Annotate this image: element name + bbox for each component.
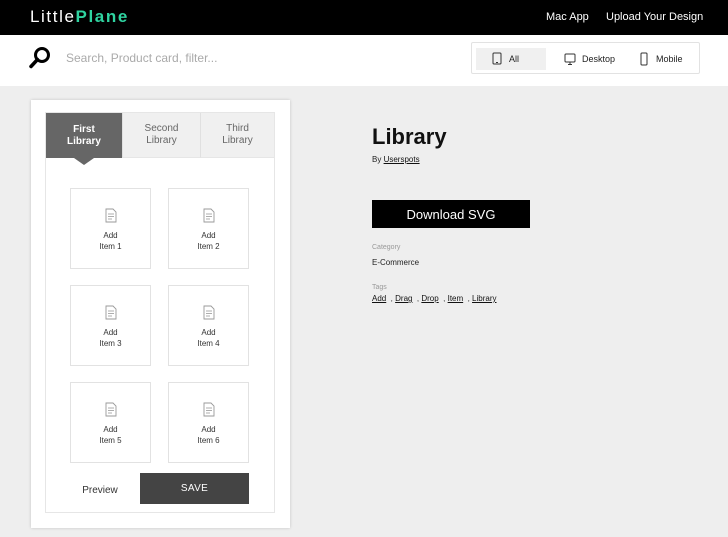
logo-light-text: Little <box>30 7 76 26</box>
tags-label: Tags <box>372 284 387 291</box>
add-item-6-button[interactable]: Add Item 6 <box>168 382 249 463</box>
author-prefix: By <box>372 155 382 164</box>
tag-drag[interactable]: Drag <box>395 294 412 303</box>
logo-bold-text: Plane <box>75 7 129 26</box>
tag-library[interactable]: Library <box>472 294 496 303</box>
tag-list: Add , Drag , Drop , Item , Library <box>372 294 497 303</box>
page-title: Library <box>372 124 447 149</box>
download-svg-button[interactable]: Download SVG <box>372 200 530 228</box>
search-input[interactable] <box>66 47 446 69</box>
tab-label-line2: Library <box>146 135 177 146</box>
category-label: Category <box>372 244 401 251</box>
mobile-icon <box>640 52 648 66</box>
tab-label-line1: Second <box>144 123 179 134</box>
document-icon <box>105 402 116 417</box>
device-filter: All Desktop Mobile <box>471 42 700 74</box>
tab-label-line2: Library <box>67 135 101 147</box>
add-item-1-button[interactable]: Add Item 1 <box>70 188 151 269</box>
filter-mobile-label: Mobile <box>656 54 683 64</box>
filter-all-button[interactable]: All <box>476 48 546 70</box>
active-tab-indicator <box>74 158 94 165</box>
nav-mac-app[interactable]: Mac App <box>546 11 589 23</box>
tab-third-library[interactable]: Third Library <box>200 113 274 158</box>
item-label: Add Item 4 <box>197 328 220 348</box>
preview-button[interactable]: Preview <box>70 475 130 505</box>
tab-first-library[interactable]: First Library <box>46 113 122 158</box>
top-header: LittlePlane Mac App Upload Your Design <box>0 0 728 35</box>
author-line: By Userspots <box>372 155 420 164</box>
save-button[interactable]: SAVE <box>140 473 249 504</box>
library-widget: First Library Second Library Third Libra… <box>45 112 275 513</box>
author-link[interactable]: Userspots <box>384 155 420 164</box>
tab-label-line2: Library <box>222 135 253 146</box>
tab-label-line1: First <box>73 123 95 135</box>
filter-mobile-button[interactable]: Mobile <box>634 48 696 70</box>
add-item-4-button[interactable]: Add Item 4 <box>168 285 249 366</box>
document-icon <box>203 208 214 223</box>
tag-add[interactable]: Add <box>372 294 386 303</box>
add-item-2-button[interactable]: Add Item 2 <box>168 188 249 269</box>
add-item-3-button[interactable]: Add Item 3 <box>70 285 151 366</box>
item-label: Add Item 2 <box>197 231 220 251</box>
tag-item[interactable]: Item <box>448 294 464 303</box>
tab-second-library[interactable]: Second Library <box>122 113 200 158</box>
add-item-5-button[interactable]: Add Item 5 <box>70 382 151 463</box>
nav-upload-design[interactable]: Upload Your Design <box>606 11 703 23</box>
item-label: Add Item 1 <box>99 231 122 251</box>
document-icon <box>105 208 116 223</box>
search-icon[interactable] <box>28 46 52 70</box>
search-bar: All Desktop Mobile <box>0 35 728 86</box>
preview-card: First Library Second Library Third Libra… <box>31 100 290 528</box>
filter-desktop-label: Desktop <box>582 54 616 64</box>
category-value: E-Commerce <box>372 258 420 267</box>
item-label: Add Item 6 <box>197 425 220 445</box>
tag-drop[interactable]: Drop <box>421 294 438 303</box>
document-icon <box>105 305 116 320</box>
filter-desktop-button[interactable]: Desktop <box>560 48 630 70</box>
tab-label-line1: Third <box>226 123 249 134</box>
tablet-icon <box>492 52 502 65</box>
item-label: Add Item 5 <box>99 425 122 445</box>
item-label: Add Item 3 <box>99 328 122 348</box>
document-icon <box>203 402 214 417</box>
filter-all-label: All <box>509 54 520 64</box>
desktop-icon <box>564 53 576 65</box>
document-icon <box>203 305 214 320</box>
logo[interactable]: LittlePlane <box>30 7 129 27</box>
